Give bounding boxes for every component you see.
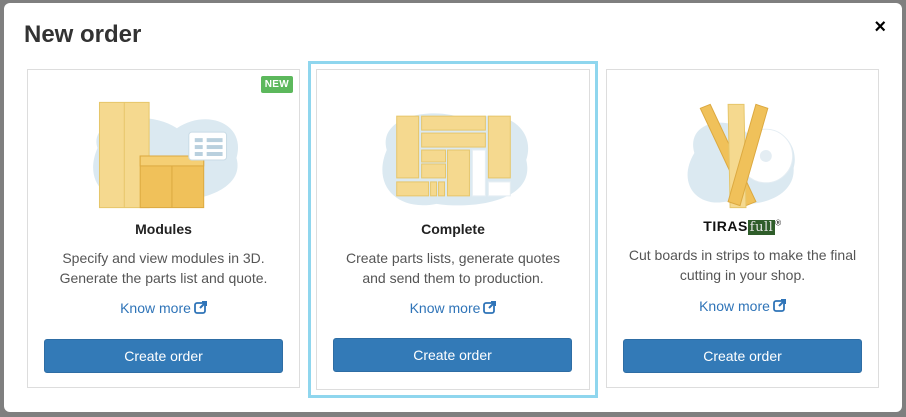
registered-mark: ® (775, 218, 782, 228)
description-line: Cut boards in strips to make the final (628, 247, 857, 263)
close-icon[interactable]: × (874, 17, 886, 37)
brand-text: TIRAS (703, 218, 748, 234)
know-more-link-modules[interactable]: Know more (28, 300, 299, 316)
know-more-label: Know more (120, 300, 191, 316)
tirasfull-logo: TIRAS full ® (607, 218, 878, 235)
description-line: cutting in your shop. (679, 267, 806, 283)
description-line: Generate the parts list and quote. (59, 270, 268, 286)
tirasfull-illustration-icon (687, 103, 795, 209)
know-more-label: Know more (699, 298, 770, 314)
card-description-tirasfull: Cut boards in strips to make the final c… (617, 245, 868, 285)
card-description-modules: Specify and view modules in 3D. Generate… (38, 248, 289, 288)
card-complete: Complete Create parts lists, generate qu… (316, 69, 590, 390)
card-modules: NEW Modules Specify and view modules in … (27, 69, 300, 388)
new-badge: NEW (260, 76, 293, 93)
card-title-modules: Modules (135, 221, 192, 237)
know-more-label: Know more (409, 300, 481, 316)
new-order-modal: New order × NEW Modules Specify and view… (4, 3, 902, 412)
card-complete-selected-outline[interactable]: Complete Create parts lists, generate qu… (308, 61, 598, 398)
description-line: and send them to production. (362, 270, 544, 286)
external-link-icon (194, 301, 207, 314)
external-link-icon (773, 299, 786, 312)
modules-illustration-icon (93, 101, 239, 209)
card-tirasfull: TIRAS full ® Cut boards in strips to make … (606, 69, 879, 388)
brand-text-full: full (747, 220, 776, 235)
create-order-button-tirasfull[interactable]: Create order (623, 339, 862, 373)
create-order-button-modules[interactable]: Create order (44, 339, 283, 373)
know-more-link-complete[interactable]: Know more (317, 300, 589, 316)
description-line: Specify and view modules in 3D. (62, 250, 265, 266)
create-order-button-complete[interactable]: Create order (333, 338, 572, 372)
card-title-complete: Complete (421, 221, 485, 237)
description-line: Create parts lists, generate quotes (345, 250, 560, 266)
complete-illustration-icon (382, 113, 529, 206)
modal-title: New order (24, 21, 142, 48)
card-description-complete: Create parts lists, generate quotes and … (327, 248, 579, 288)
external-link-icon (483, 301, 497, 314)
know-more-link-tirasfull[interactable]: Know more (607, 298, 878, 314)
